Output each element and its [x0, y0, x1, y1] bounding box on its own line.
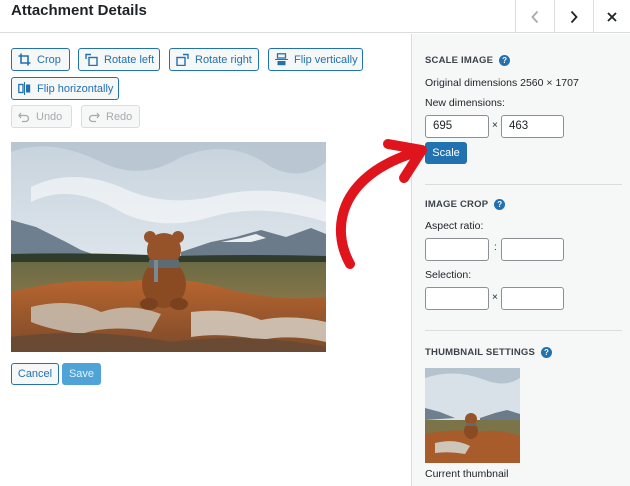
flip-vertically-button[interactable]: Flip vertically [268, 48, 363, 71]
image-preview [11, 142, 326, 352]
aspect-ratio-label: Aspect ratio: [425, 220, 484, 232]
annotation-arrow [335, 139, 427, 269]
save-button[interactable]: Save [62, 363, 101, 385]
close-icon [607, 11, 617, 22]
teddy-bear-thumbnail [425, 368, 520, 463]
rotate-right-button[interactable]: Rotate right [169, 48, 259, 71]
teddy-bear-photo [11, 142, 326, 352]
section-divider [425, 330, 622, 331]
scale-button[interactable]: Scale [425, 142, 467, 164]
undo-icon [18, 112, 30, 122]
chevron-right-icon [570, 10, 578, 23]
flip-horizontally-button[interactable]: Flip horizontally [11, 77, 119, 100]
scale-width-input[interactable]: 695 [425, 115, 489, 138]
redo-icon [88, 112, 100, 122]
rotate-right-label: Rotate right [195, 53, 252, 66]
thumbnail-settings-heading: THUMBNAIL SETTINGS ? [425, 347, 553, 358]
aspect-ratio-height-input[interactable] [501, 238, 564, 261]
flip-vertical-icon [275, 53, 288, 66]
rotate-left-icon [85, 53, 98, 66]
close-button[interactable] [593, 0, 630, 33]
help-icon[interactable]: ? [499, 55, 511, 66]
crop-icon [18, 53, 31, 66]
undo-label: Undo [36, 110, 63, 123]
crop-label: Crop [37, 53, 61, 66]
current-thumbnail-image [425, 368, 520, 463]
image-crop-title: IMAGE CROP [425, 199, 489, 210]
image-crop-heading: IMAGE CROP ? [425, 199, 506, 210]
selection-height-input[interactable] [501, 287, 564, 310]
aspect-ratio-width-input[interactable] [425, 238, 489, 261]
help-icon[interactable]: ? [494, 199, 506, 210]
rotate-right-icon [176, 53, 189, 66]
flip-horizontal-icon [18, 82, 31, 95]
selection-width-input[interactable] [425, 287, 489, 310]
cancel-button[interactable]: Cancel [11, 363, 59, 385]
new-dimensions-label: New dimensions: [425, 97, 505, 109]
original-dimensions: Original dimensions 2560 × 1707 [425, 77, 579, 89]
flip-horizontally-label: Flip horizontally [37, 82, 114, 95]
redo-button[interactable]: Redo [81, 105, 140, 128]
redo-label: Redo [106, 110, 133, 123]
flip-vertically-label: Flip vertically [294, 53, 358, 66]
previous-button[interactable] [515, 0, 554, 33]
scale-image-heading: SCALE IMAGE ? [425, 55, 511, 66]
dimension-separator: × [492, 120, 498, 131]
rotate-left-label: Rotate left [104, 53, 155, 66]
modal-header: Attachment Details [0, 0, 630, 33]
undo-button[interactable]: Undo [11, 105, 72, 128]
selection-separator: × [492, 292, 498, 303]
scale-height-input[interactable]: 463 [501, 115, 564, 138]
section-divider [425, 184, 622, 185]
thumbnail-settings-title: THUMBNAIL SETTINGS [425, 347, 536, 358]
current-thumbnail-caption: Current thumbnail [425, 468, 509, 480]
page-title: Attachment Details [11, 2, 147, 19]
aspect-ratio-separator: : [494, 242, 497, 253]
scale-image-title: SCALE IMAGE [425, 55, 494, 66]
next-button[interactable] [554, 0, 593, 33]
help-icon[interactable]: ? [541, 347, 553, 358]
selection-label: Selection: [425, 269, 472, 281]
rotate-left-button[interactable]: Rotate left [78, 48, 160, 71]
chevron-left-icon [531, 10, 539, 23]
crop-button[interactable]: Crop [11, 48, 70, 71]
